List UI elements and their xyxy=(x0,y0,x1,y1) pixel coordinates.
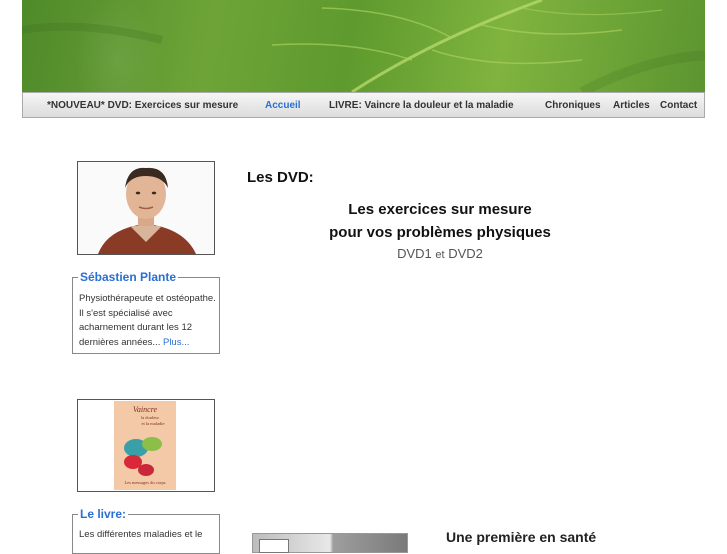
dvd-title-line2: pour vos problèmes physiques xyxy=(329,224,551,241)
header-banner-leaf-image xyxy=(22,0,705,92)
headline-premiere-en-sante: Une première en santé xyxy=(446,529,597,545)
dvd1-label: DVD1 xyxy=(397,246,432,261)
book-info-box: Le livre: Les différentes maladies et le xyxy=(72,507,220,554)
main-navigation: *NOUVEAU* DVD: Exercices sur mesure Accu… xyxy=(22,92,705,118)
book-cover-image: Vaincre la douleur et la maladie Les mes… xyxy=(78,400,214,491)
profile-more-link[interactable]: Plus... xyxy=(163,337,189,348)
book-cover-title-3: et la maladie xyxy=(142,421,165,426)
book-cover-title-2: la douleur xyxy=(141,415,160,420)
dvd-title-line1: Les exercices sur mesure xyxy=(348,201,532,218)
dvd2-label: DVD2 xyxy=(448,246,483,261)
book-cover-footer: Les messages du corps xyxy=(124,480,165,485)
profile-photo[interactable] xyxy=(77,161,215,255)
nav-item-livre[interactable]: LIVRE: Vaincre la douleur et la maladie xyxy=(329,100,514,111)
book-snippet: Les différentes maladies et le xyxy=(79,529,203,540)
book-cover-title-1: Vaincre xyxy=(133,405,158,414)
dvd-subtitle: DVD1 et DVD2 xyxy=(240,246,640,261)
book-legend: Le livre: xyxy=(78,507,129,521)
profile-name: Sébastien Plante xyxy=(78,270,179,284)
nav-item-nouveau-dvd[interactable]: *NOUVEAU* DVD: Exercices sur mesure xyxy=(47,100,238,111)
section-heading-dvd: Les DVD: xyxy=(247,169,314,186)
profile-bio: Physiothérapeute et ostéopathe. Il s'est… xyxy=(79,292,221,350)
nav-item-contact[interactable]: Contact xyxy=(660,100,697,111)
profile-bio-text: Physiothérapeute et ostéopathe. Il s'est… xyxy=(79,293,216,348)
dvd-preview-inset xyxy=(259,539,289,553)
dvd-and: et xyxy=(435,249,445,261)
profile-info-box: Sébastien Plante Physiothérapeute et ost… xyxy=(72,270,221,354)
leaf-veins-graphic xyxy=(22,0,705,92)
nav-item-accueil[interactable]: Accueil xyxy=(265,100,301,111)
book-cover[interactable]: Vaincre la douleur et la maladie Les mes… xyxy=(77,399,215,492)
nav-item-articles[interactable]: Articles xyxy=(613,100,650,111)
nav-item-chroniques[interactable]: Chroniques xyxy=(545,100,601,111)
portrait-image xyxy=(78,162,214,254)
dvd-preview-image[interactable] xyxy=(252,533,408,553)
